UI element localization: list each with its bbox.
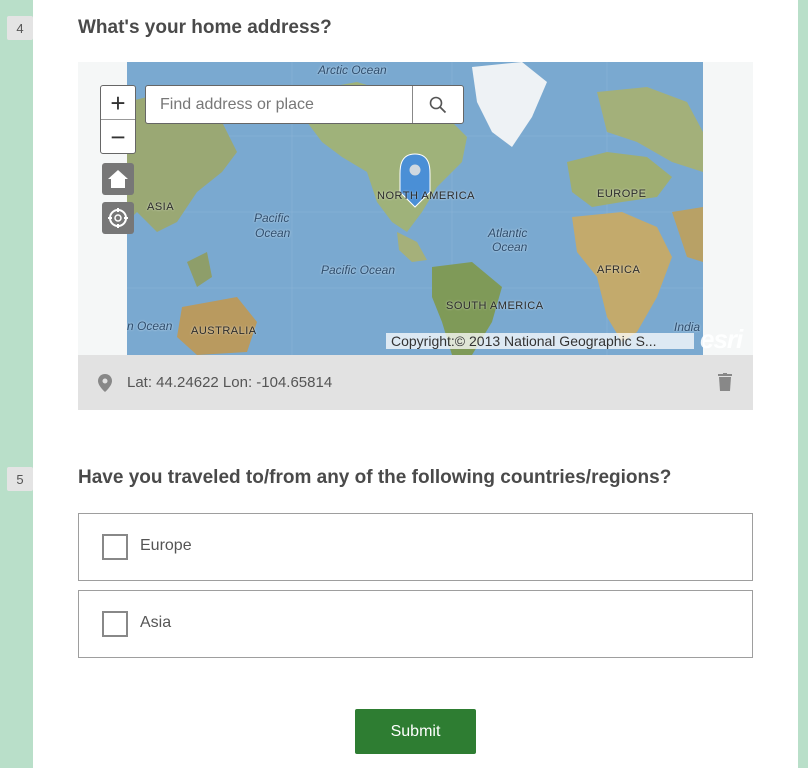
map-label-pacific-center: Pacific Ocean <box>321 263 396 277</box>
choice-europe[interactable]: Europe <box>78 513 753 581</box>
home-button[interactable] <box>102 163 134 195</box>
map-label-pacific-left-1: Pacific <box>254 211 290 225</box>
map-widget[interactable]: Arctic Ocean ASIA Pacific Ocean NORTH AM… <box>78 62 753 355</box>
submit-button[interactable]: Submit <box>355 709 476 754</box>
location-coordinates: Lat: 44.24622 Lon: -104.65814 <box>127 374 333 391</box>
map-label-indian-ocean: n Ocean <box>127 319 173 333</box>
map-label-asia: ASIA <box>147 201 175 213</box>
zoom-control: + − <box>100 85 136 154</box>
map-label-atlantic-1: Atlantic <box>488 226 528 240</box>
map-search-box <box>145 85 464 124</box>
choice-label-asia: Asia <box>140 614 172 631</box>
locate-icon <box>108 208 128 228</box>
map-label-pacific-left-2: Ocean <box>255 226 291 240</box>
search-icon <box>429 96 447 113</box>
zoom-out-button[interactable]: − <box>101 119 135 153</box>
locate-button[interactable] <box>102 202 134 234</box>
map-search-input[interactable] <box>146 86 412 123</box>
question-title-travel: Have you traveled to/from any of the fol… <box>78 467 672 488</box>
map-label-atlantic-2: Ocean <box>492 240 528 254</box>
question-number-5: 5 <box>7 467 33 491</box>
home-icon <box>108 170 128 188</box>
map-label-india: India <box>674 320 701 334</box>
checkbox-asia[interactable] <box>102 611 128 637</box>
map-marker-icon <box>98 373 112 392</box>
zoom-in-button[interactable]: + <box>101 86 135 119</box>
location-result-bar: Lat: 44.24622 Lon: -104.65814 <box>78 355 753 410</box>
choice-label-europe: Europe <box>140 537 192 554</box>
trash-icon[interactable] <box>718 373 732 391</box>
map-label-south-america: SOUTH AMERICA <box>446 300 544 312</box>
map-label-north-america: NORTH AMERICA <box>377 190 475 202</box>
map-search-button[interactable] <box>412 86 463 123</box>
map-label-australia: AUSTRALIA <box>191 325 257 337</box>
map-label-arctic: Arctic Ocean <box>318 63 387 77</box>
choice-asia[interactable]: Asia <box>78 590 753 658</box>
question-title-home-address: What's your home address? <box>78 17 332 38</box>
checkbox-europe[interactable] <box>102 534 128 560</box>
map-label-europe: EUROPE <box>597 188 647 200</box>
esri-logo: esri <box>700 324 743 354</box>
map-copyright: Copyright:© 2013 National Geographic S..… <box>386 333 694 349</box>
map-label-africa: AFRICA <box>597 264 641 276</box>
question-number-4: 4 <box>7 16 33 40</box>
